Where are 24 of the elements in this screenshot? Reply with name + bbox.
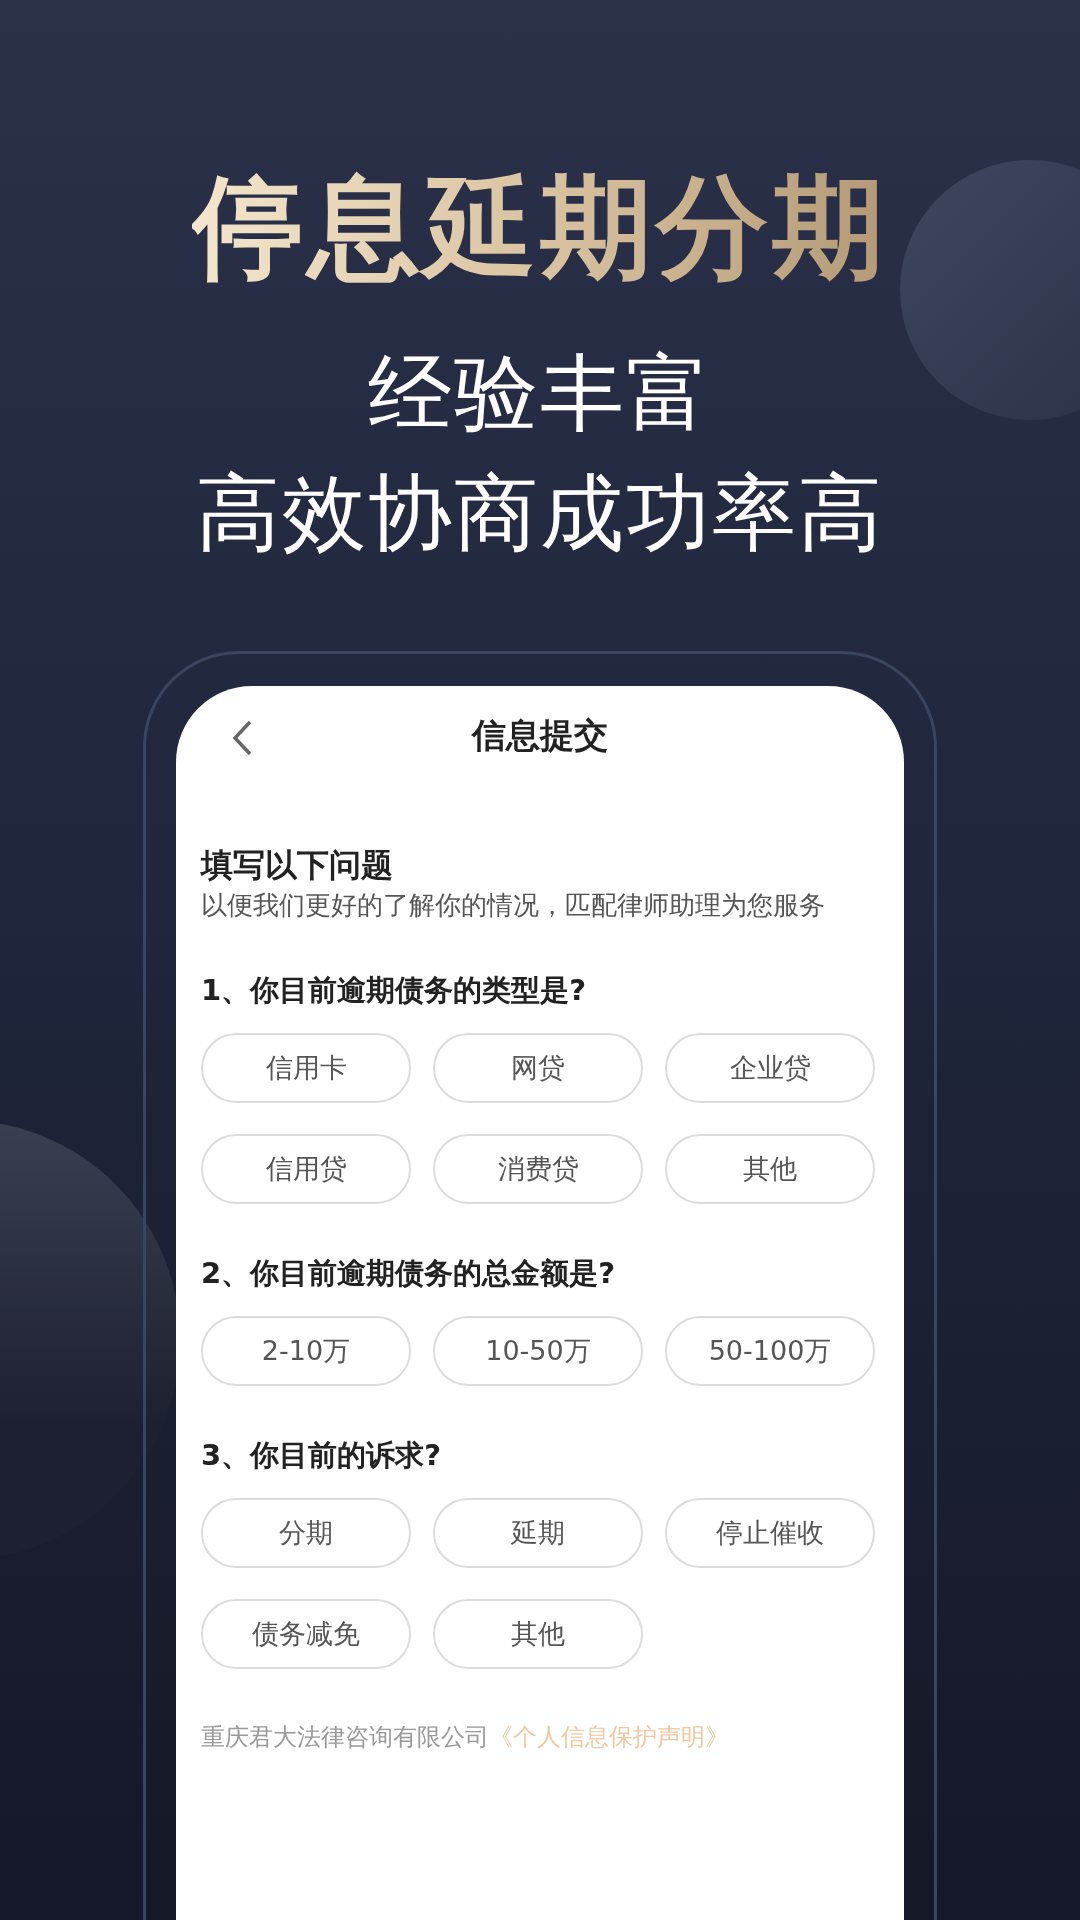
back-icon[interactable]: [231, 719, 253, 756]
option-button[interactable]: 其他: [433, 1599, 643, 1670]
option-button[interactable]: 企业贷: [665, 1033, 875, 1104]
option-button[interactable]: 消费贷: [433, 1134, 643, 1205]
page-title: 信息提交: [472, 713, 608, 757]
question-label: 1、你目前逾期债务的类型是?: [201, 972, 587, 1010]
section-heading: 填写以下问题: [201, 844, 394, 886]
question-label: 2、你目前逾期债务的总金额是?: [201, 1255, 616, 1293]
option-button[interactable]: 信用贷: [201, 1134, 411, 1205]
option-button[interactable]: 网贷: [433, 1033, 643, 1104]
option-button[interactable]: 信用卡: [201, 1033, 411, 1104]
tagline: 高效协商成功率高: [196, 462, 884, 564]
option-button[interactable]: 债务减免: [201, 1599, 411, 1670]
option-button[interactable]: 分期: [201, 1498, 411, 1569]
company-name: 重庆君大法律咨询有限公司: [201, 1723, 489, 1752]
intro-text: 以便我们更好的了解你的情况，匹配律师助理为您服务: [201, 889, 826, 922]
option-button[interactable]: 2-10万: [201, 1316, 411, 1387]
option-button[interactable]: 50-100万: [665, 1316, 875, 1387]
option-button[interactable]: 其他: [665, 1134, 875, 1205]
option-button[interactable]: 10-50万: [433, 1316, 643, 1387]
tagline: 经验丰富: [368, 343, 712, 445]
option-button[interactable]: 延期: [433, 1498, 643, 1569]
question-label: 3、你目前的诉求?: [201, 1437, 442, 1475]
option-button[interactable]: 停止催收: [665, 1498, 875, 1569]
